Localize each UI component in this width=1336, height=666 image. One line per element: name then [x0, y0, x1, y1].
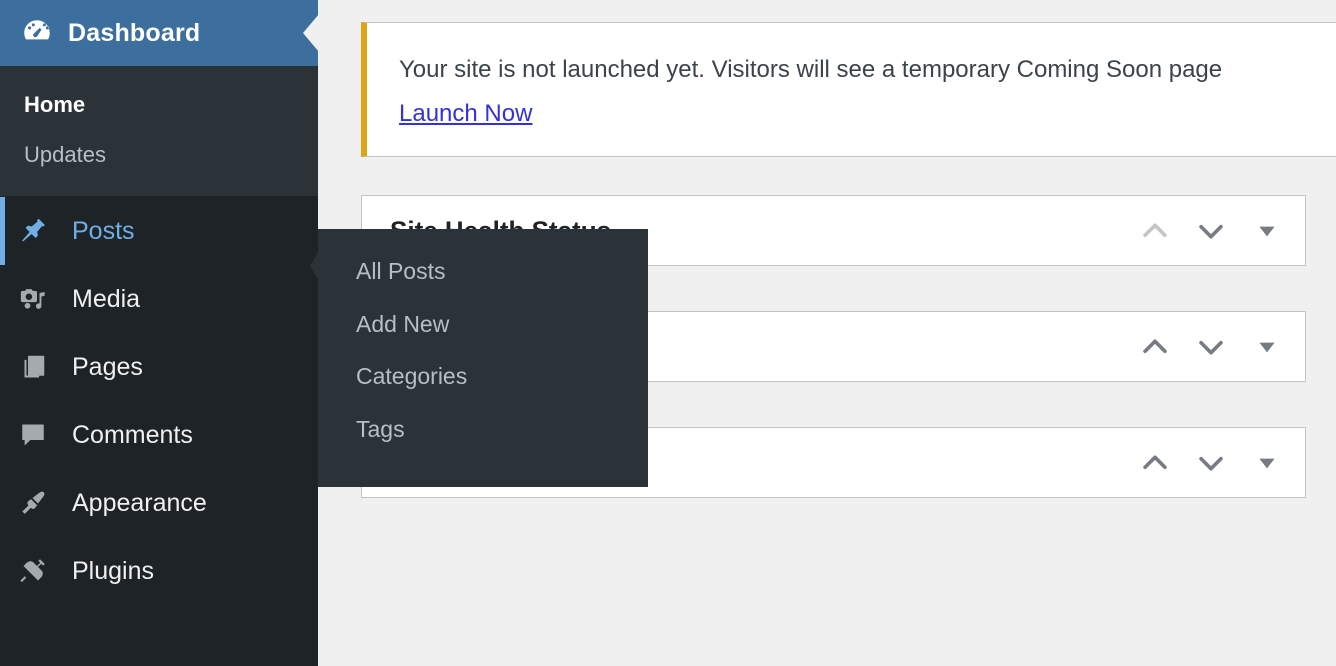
- speech-bubble-icon: [18, 420, 58, 450]
- submenu-item-updates[interactable]: Updates: [0, 130, 318, 180]
- paintbrush-icon: [18, 488, 58, 518]
- triangle-down-icon: [1254, 218, 1280, 244]
- chevron-up-icon: [1138, 214, 1172, 248]
- move-up-button[interactable]: [1127, 435, 1183, 491]
- move-down-button[interactable]: [1183, 319, 1239, 375]
- triangle-down-icon: [1254, 450, 1280, 476]
- pushpin-icon: [18, 216, 58, 246]
- postbox-controls: [1127, 428, 1295, 497]
- flyout-item-categories[interactable]: Categories: [318, 350, 648, 403]
- wordpress-admin-screen: Dashboard Home Updates Posts Media Pages…: [0, 0, 1336, 666]
- admin-sidebar: Dashboard Home Updates Posts Media Pages…: [0, 0, 319, 666]
- chevron-down-icon: [1194, 446, 1228, 480]
- sidebar-item-label: Comments: [72, 420, 193, 449]
- sidebar-dashboard-label: Dashboard: [68, 18, 201, 47]
- sidebar-item-label: Pages: [72, 352, 143, 381]
- chevron-up-icon: [1138, 330, 1172, 364]
- submenu-item-home[interactable]: Home: [0, 80, 318, 130]
- sidebar-item-dashboard[interactable]: Dashboard: [0, 0, 319, 66]
- sidebar-item-media[interactable]: Media: [0, 265, 318, 333]
- dashboard-gauge-icon: [16, 16, 58, 50]
- sidebar-header-notch: [303, 14, 319, 52]
- launch-now-link[interactable]: Launch Now: [399, 96, 532, 132]
- move-down-button[interactable]: [1183, 203, 1239, 259]
- move-down-button[interactable]: [1183, 435, 1239, 491]
- chevron-down-icon: [1194, 214, 1228, 248]
- triangle-down-icon: [1254, 334, 1280, 360]
- posts-flyout-submenu: All Posts Add New Categories Tags: [310, 229, 648, 487]
- sidebar-item-plugins[interactable]: Plugins: [0, 537, 318, 605]
- toggle-panel-button[interactable]: [1239, 435, 1295, 491]
- chevron-down-icon: [1194, 330, 1228, 364]
- flyout-arrow-pointer: [310, 251, 319, 281]
- sidebar-item-comments[interactable]: Comments: [0, 401, 318, 469]
- sidebar-item-appearance[interactable]: Appearance: [0, 469, 318, 537]
- pages-copy-icon: [18, 352, 58, 382]
- sidebar-item-label: Posts: [72, 216, 135, 245]
- chevron-up-icon: [1138, 446, 1172, 480]
- notice-message: Your site is not launched yet. Visitors …: [399, 56, 1223, 83]
- flyout-item-all-posts[interactable]: All Posts: [318, 245, 648, 298]
- plug-icon: [18, 556, 58, 586]
- sidebar-item-posts[interactable]: Posts: [0, 197, 318, 266]
- sidebar-item-label: Media: [72, 284, 141, 313]
- sidebar-item-label: Appearance: [72, 488, 207, 517]
- toggle-panel-button[interactable]: [1239, 203, 1295, 259]
- toggle-panel-button[interactable]: [1239, 319, 1295, 375]
- camera-music-icon: [18, 284, 58, 314]
- sidebar-menu-list: Posts Media Pages Comments Appearance Pl…: [0, 197, 318, 605]
- coming-soon-notice: Your site is not launched yet. Visitors …: [361, 22, 1336, 158]
- postbox-controls: [1127, 196, 1295, 265]
- dashboard-submenu: Home Updates: [0, 66, 318, 197]
- postbox-controls: [1127, 312, 1295, 381]
- flyout-item-add-new[interactable]: Add New: [318, 298, 648, 351]
- move-up-button[interactable]: [1127, 319, 1183, 375]
- sidebar-item-label: Plugins: [72, 556, 154, 585]
- flyout-item-tags[interactable]: Tags: [318, 403, 648, 456]
- move-up-button[interactable]: [1127, 203, 1183, 259]
- sidebar-item-pages[interactable]: Pages: [0, 333, 318, 401]
